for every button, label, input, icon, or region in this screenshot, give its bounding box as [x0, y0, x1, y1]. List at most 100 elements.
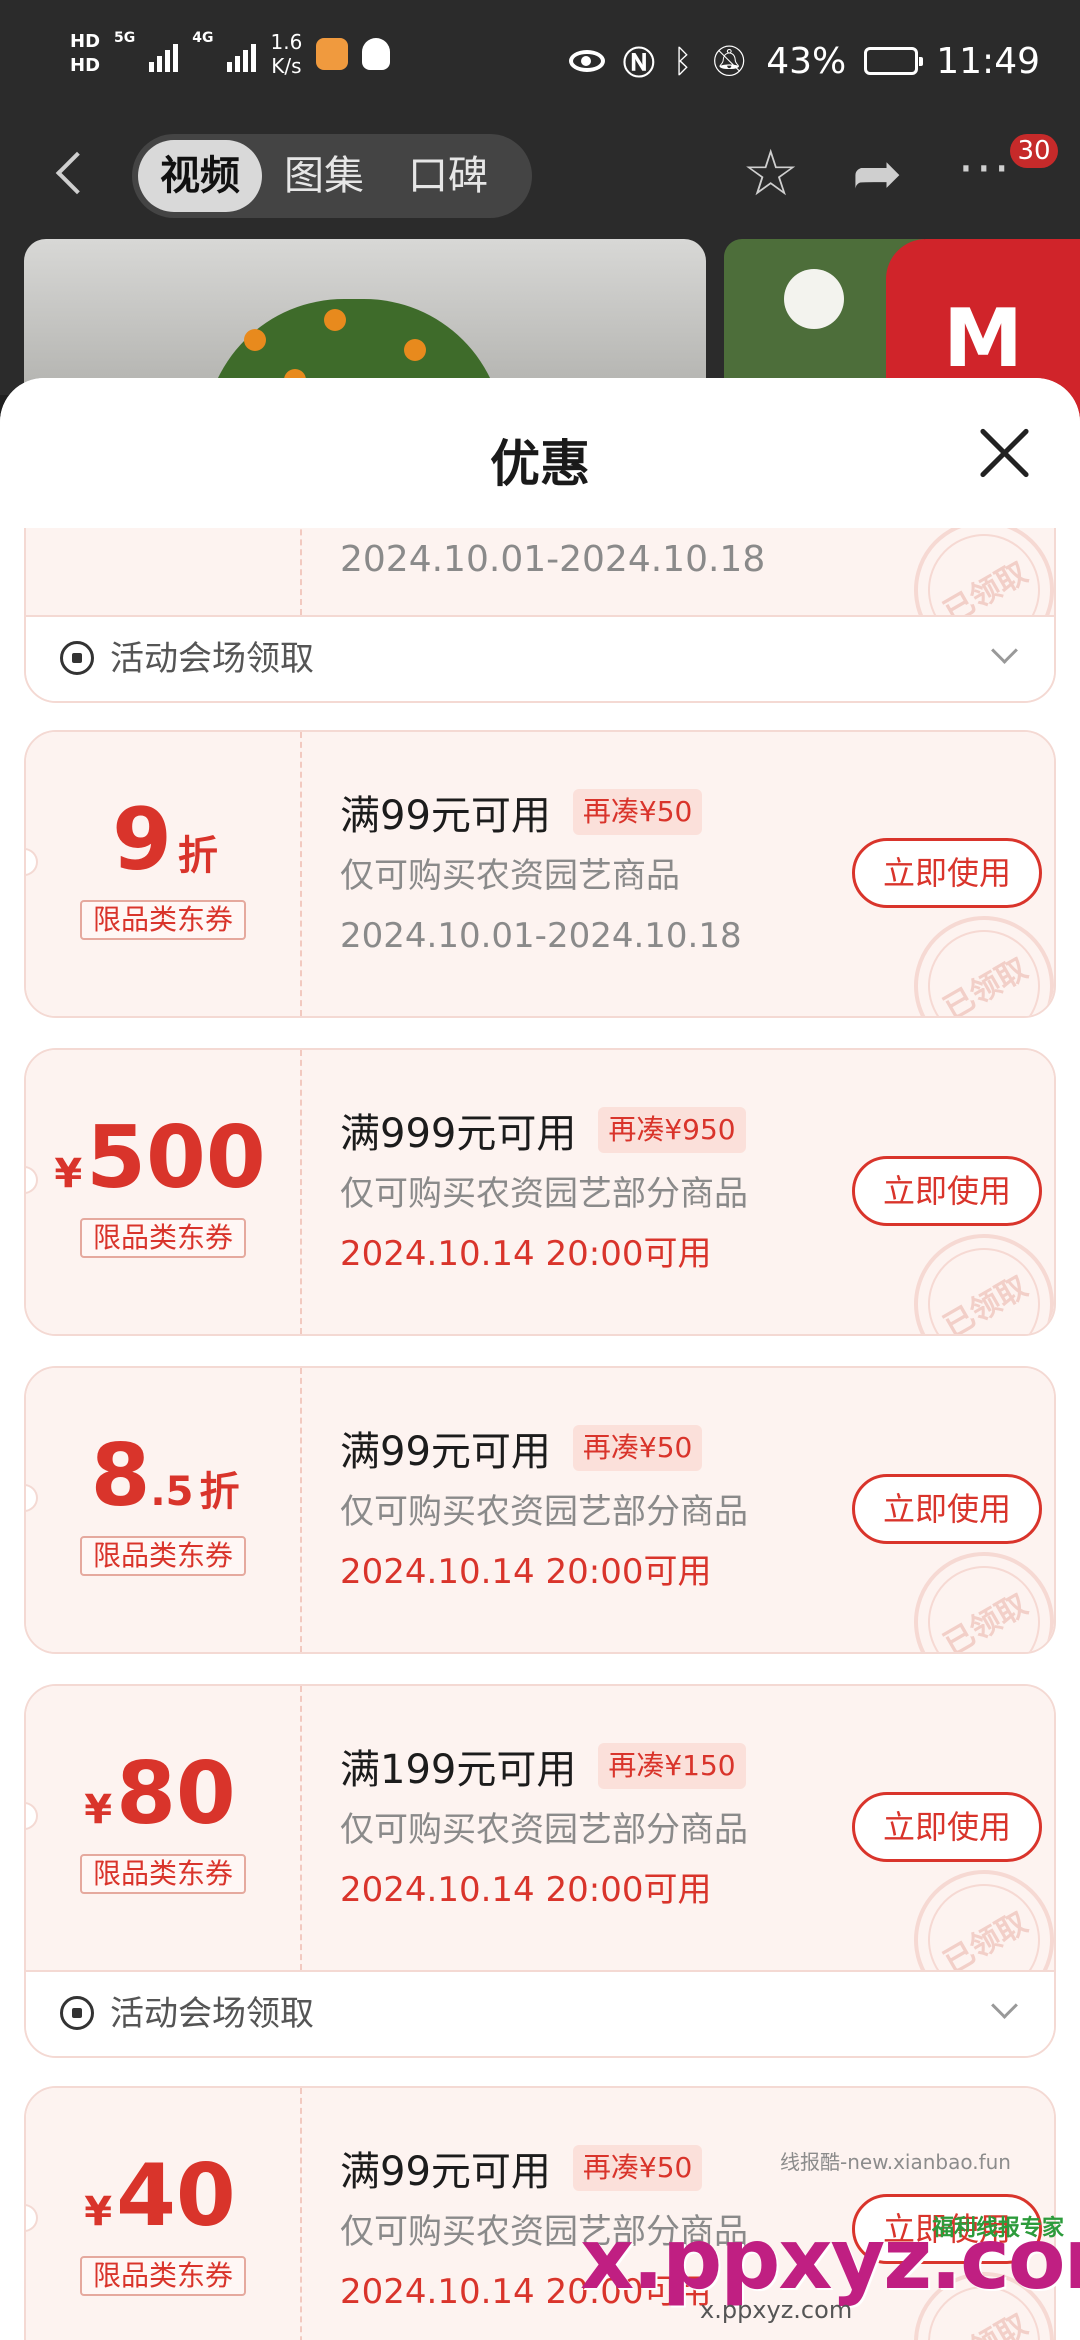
- coupon-card[interactable]: 9折 限品类东券 满99元可用 再凑¥50 仅可购买农资园艺商品 2024.10…: [26, 732, 1054, 1016]
- currency-symbol: ¥: [54, 1151, 83, 1197]
- watermark-site-text: 线报酷-new.xianbao.fun: [780, 2150, 1011, 2174]
- coupon-left: [26, 528, 302, 615]
- hd2-label: HD: [70, 55, 101, 76]
- coupon-threshold: 满99元可用: [340, 2149, 551, 2195]
- gap-tag: 再凑¥150: [598, 1743, 746, 1789]
- use-now-button[interactable]: 立即使用: [852, 1156, 1042, 1226]
- sheet-header: 优惠: [0, 378, 1080, 528]
- coupon-card[interactable]: ¥80 限品类东券 满199元可用 再凑¥150 仅可购买农资园艺部分商品 20…: [26, 1686, 1054, 2036]
- amount-value: 80: [116, 1744, 236, 1844]
- threshold-row: 满199元可用 再凑¥150: [340, 1736, 1054, 1796]
- coupon-group: ¥500 限品类东券 满999元可用 再凑¥950 仅可购买农资园艺部分商品 2…: [24, 1048, 1056, 1336]
- tab-gallery[interactable]: 图集: [262, 140, 386, 212]
- watermark-logo: x.ppxyz.com: [580, 2210, 1080, 2308]
- gap-tag: 再凑¥50: [572, 789, 703, 835]
- more-icon[interactable]: ···: [958, 140, 1012, 198]
- coupon-type-tag: 限品类东券: [80, 900, 246, 940]
- stamp-text: 已领取: [938, 951, 1034, 1018]
- coupon-group: ¥80 限品类东券 满199元可用 再凑¥150 仅可购买农资园艺部分商品 20…: [24, 1684, 1056, 2058]
- status-left: HD HD 5G 4G 1.6 K/s: [70, 30, 391, 78]
- clock: 11:49: [936, 40, 1040, 82]
- net2-label: 4G: [192, 30, 214, 46]
- screen: HD HD 5G 4G 1.6 K/s Ⓝ ᛒ 🔕︎ 43% 11:49 视频 …: [0, 0, 1080, 2340]
- coupon-group: 2024.10.01-2024.10.18 已领取 活动会场领取: [24, 528, 1056, 703]
- coupon-amount: 8.5 折: [26, 1428, 300, 1524]
- coupon-type-tag: 限品类东券: [80, 2256, 246, 2296]
- coupon-threshold: 满999元可用: [340, 1111, 577, 1157]
- amount-value: 9: [112, 790, 172, 890]
- coupon-left: 8.5 折 限品类东券: [26, 1368, 302, 1652]
- chevron-down-icon[interactable]: [991, 637, 1018, 664]
- battery-percent: 43%: [766, 40, 847, 82]
- use-now-button[interactable]: 立即使用: [852, 838, 1042, 908]
- share-icon[interactable]: ➦: [852, 142, 902, 206]
- coupon-threshold: 满99元可用: [340, 1429, 551, 1475]
- coupon-left: ¥40 限品类东券: [26, 2088, 302, 2340]
- coupon-left: ¥80 限品类东券: [26, 1686, 302, 1970]
- message-count-badge: 30: [1010, 134, 1058, 168]
- currency-symbol: ¥: [84, 1787, 113, 1833]
- coupon-amount: 9折: [26, 792, 300, 888]
- coupon-card[interactable]: ¥500 限品类东券 满999元可用 再凑¥950 仅可购买农资园艺部分商品 2…: [26, 1050, 1054, 1334]
- coupon-threshold: 满199元可用: [340, 1747, 577, 1793]
- mute-icon: 🔕︎: [710, 43, 749, 79]
- venue-row[interactable]: 活动会场领取: [26, 615, 1054, 701]
- net-speed: 1.6 K/s: [270, 30, 302, 78]
- back-icon[interactable]: [55, 151, 99, 195]
- currency-symbol: ¥: [84, 2189, 113, 2235]
- media-tabs: 视频 图集 口碑: [132, 134, 532, 218]
- threshold-row: 满99元可用 再凑¥50: [340, 782, 1054, 842]
- coupon-type-tag: 限品类东券: [80, 1218, 246, 1258]
- coupon-type-tag: 限品类东券: [80, 1854, 246, 1894]
- app-notification-icon: [316, 38, 349, 70]
- amount-unit: 折: [199, 1469, 240, 1515]
- gap-tag: 再凑¥50: [572, 1425, 703, 1471]
- coupon-list[interactable]: 2024.10.01-2024.10.18 已领取 活动会场领取 9折 限品类东…: [0, 528, 1080, 2340]
- chevron-down-icon[interactable]: [991, 1992, 1018, 2019]
- watermark-sub: x.ppxyz.com: [700, 2296, 853, 2324]
- ticket-icon: [60, 641, 94, 675]
- coupon-threshold: 满99元可用: [340, 793, 551, 839]
- amount-value: 500: [86, 1108, 266, 1208]
- coupon-card[interactable]: 8.5 折 限品类东券 满99元可用 再凑¥50 仅可购买农资园艺部分商品 202…: [26, 1368, 1054, 1652]
- amount-unit: 折: [177, 833, 218, 879]
- sheet-title: 优惠: [490, 435, 590, 493]
- stamp-text: 已领取: [938, 1587, 1034, 1654]
- gap-tag: 再凑¥50: [572, 2145, 703, 2191]
- amount-value: 8: [90, 1426, 151, 1526]
- favorite-star-icon[interactable]: ☆: [742, 142, 799, 206]
- battery-icon: [864, 47, 924, 75]
- nav-bar: 视频 图集 口碑 ☆ ➦ ··· 30: [0, 120, 1080, 235]
- speed-unit: K/s: [271, 54, 302, 78]
- net1-label: 5G: [114, 30, 136, 46]
- status-bar: HD HD 5G 4G 1.6 K/s Ⓝ ᛒ 🔕︎ 43% 11:49: [0, 0, 1080, 120]
- threshold-row: 满999元可用 再凑¥950: [340, 1100, 1054, 1160]
- coupon-amount: ¥80: [26, 1746, 300, 1842]
- tab-reviews[interactable]: 口碑: [386, 140, 510, 212]
- tab-video[interactable]: 视频: [138, 140, 262, 212]
- nfc-icon: Ⓝ: [622, 44, 655, 82]
- coupon-amount: ¥40: [26, 2148, 300, 2244]
- eye-icon: [568, 50, 605, 72]
- speed-value: 1.6: [270, 30, 303, 54]
- coupon-group: 9折 限品类东券 满99元可用 再凑¥50 仅可购买农资园艺商品 2024.10…: [24, 730, 1056, 1018]
- flower-shape: [784, 269, 844, 329]
- qq-icon: [362, 38, 391, 70]
- gap-tag: 再凑¥950: [598, 1107, 746, 1153]
- stamp-text: 已领取: [938, 1269, 1034, 1336]
- signal-icon-2: [227, 36, 257, 72]
- close-icon[interactable]: [978, 426, 1032, 480]
- use-now-button[interactable]: 立即使用: [852, 1792, 1042, 1862]
- fruit: [324, 309, 346, 331]
- amount-value: 40: [116, 2146, 236, 2246]
- venue-label: 活动会场领取: [110, 639, 314, 679]
- coupon-card[interactable]: 2024.10.01-2024.10.18 已领取: [26, 528, 1054, 686]
- fruit: [244, 329, 266, 351]
- ticket-icon: [60, 1996, 94, 2030]
- coupon-amount: ¥500: [26, 1110, 300, 1206]
- venue-row[interactable]: 活动会场领取: [26, 1970, 1054, 2056]
- use-now-button[interactable]: 立即使用: [852, 1474, 1042, 1544]
- venue-label: 活动会场领取: [110, 1994, 314, 2034]
- status-right: Ⓝ ᛒ 🔕︎ 43% 11:49: [568, 38, 1040, 84]
- bluetooth-icon: ᛒ: [672, 42, 693, 80]
